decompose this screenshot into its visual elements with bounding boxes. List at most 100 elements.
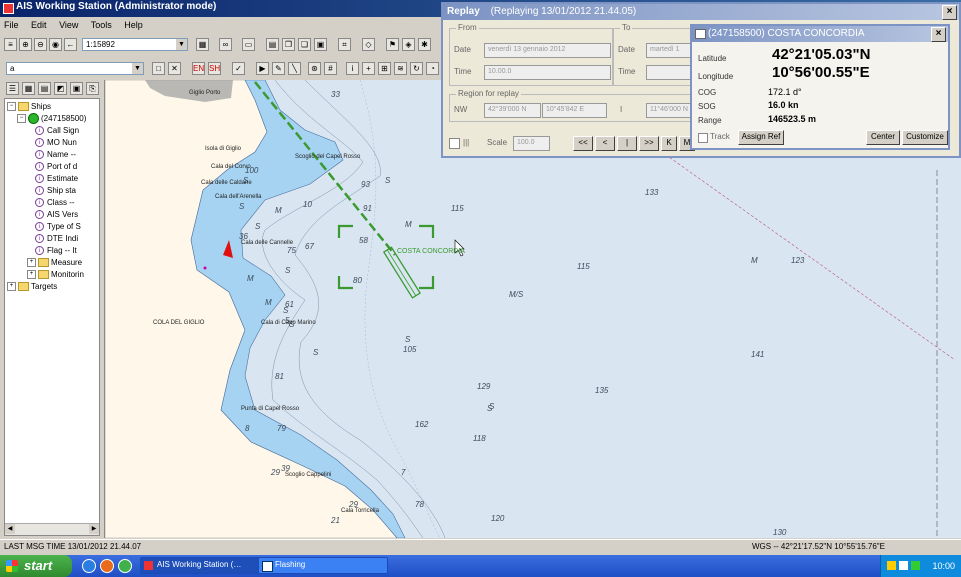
pencil-icon[interactable]: ✎ xyxy=(272,62,285,75)
ie-icon[interactable] xyxy=(82,559,96,573)
settings-icon[interactable]: ✱ xyxy=(418,38,431,51)
menu-view[interactable]: View xyxy=(59,20,78,30)
scroll-right-icon[interactable]: ▶ xyxy=(89,524,99,534)
tile-icon[interactable]: ▣ xyxy=(314,38,327,51)
tree-folder-monitoring[interactable]: + Monitorin xyxy=(27,269,84,280)
zoom-fit-icon[interactable]: ≡ xyxy=(4,38,17,51)
binoculars-icon[interactable]: ∞ xyxy=(219,38,232,51)
refresh-icon[interactable]: ↻ xyxy=(410,62,423,75)
step-back-button[interactable]: < xyxy=(595,136,615,151)
layers-panel-icon[interactable]: ▤ xyxy=(38,82,51,95)
tree-field-item[interactable]: i Port of d xyxy=(35,161,77,172)
media-icon[interactable] xyxy=(118,559,132,573)
globe-icon[interactable]: ◉ xyxy=(49,38,62,51)
layers-icon[interactable]: ≋ xyxy=(394,62,407,75)
tag-icon[interactable]: # xyxy=(324,62,337,75)
tree-vessel[interactable]: − (247158500) xyxy=(17,113,86,125)
zoom-in-icon[interactable]: ⊕ xyxy=(19,38,32,51)
plus-icon[interactable]: + xyxy=(362,62,375,75)
delete-icon[interactable]: ✕ xyxy=(168,62,181,75)
depth-sounding: S xyxy=(313,348,319,357)
assign-ref-button[interactable]: Assign Ref xyxy=(738,130,784,145)
tree-field-item[interactable]: i Type of S xyxy=(35,221,81,232)
scale-field[interactable]: 100.0 xyxy=(513,136,550,151)
tree-field-item[interactable]: i Class -- xyxy=(35,197,75,208)
tree-field-item[interactable]: i Flag -- It xyxy=(35,245,77,256)
check-icon[interactable]: ✓ xyxy=(232,62,245,75)
back-arrow-icon[interactable]: ← xyxy=(64,38,77,51)
start-button[interactable]: start xyxy=(0,555,72,577)
tree-ships[interactable]: − Ships xyxy=(7,101,51,112)
k-button[interactable]: K xyxy=(661,136,677,151)
tree-field-item[interactable]: i DTE Indi xyxy=(35,233,78,244)
paste-icon[interactable]: ❏ xyxy=(298,38,311,51)
loop-checkbox[interactable] xyxy=(449,138,460,149)
customize-button[interactable]: Customize xyxy=(902,130,948,145)
color-icon[interactable]: ◈ xyxy=(402,38,415,51)
info-icon[interactable]: i xyxy=(346,62,359,75)
tree-field-item[interactable]: i MO Nun xyxy=(35,137,77,148)
pointer-icon[interactable]: ▶ xyxy=(256,62,269,75)
scroll-left-icon[interactable]: ◀ xyxy=(5,524,15,534)
system-tray: 10:00 xyxy=(880,555,961,577)
task-flashing[interactable]: Flashing xyxy=(258,557,388,574)
info-field-icon: i xyxy=(35,150,44,160)
sh-icon[interactable]: SH xyxy=(208,62,221,75)
nw-latitude-field[interactable]: 42°39'000 N xyxy=(484,103,541,118)
from-date-select[interactable]: venerdì 13 gennaio 2012 xyxy=(484,43,611,58)
scale-select[interactable]: 1:15892 ▼ xyxy=(82,38,188,51)
center-button[interactable]: Center xyxy=(866,130,900,145)
vessel-panel-close-button[interactable]: × xyxy=(931,27,946,42)
fast-forward-button[interactable]: >> xyxy=(639,136,659,151)
browser-icon[interactable] xyxy=(100,559,114,573)
tree-field-item[interactable]: i Call Sign xyxy=(35,125,79,136)
export-icon[interactable]: ⎘ xyxy=(86,82,99,95)
from-time-field[interactable]: 10.00.0 xyxy=(484,65,611,80)
layer-select[interactable]: a ▼ xyxy=(6,62,144,75)
rewind-button[interactable]: << xyxy=(573,136,593,151)
replay-close-button[interactable]: × xyxy=(942,5,957,20)
horizontal-scrollbar[interactable]: ◀ ▶ xyxy=(5,523,99,535)
window-icon[interactable]: ▭ xyxy=(242,38,255,51)
nw-longitude-field[interactable]: 10°45'842 E xyxy=(542,103,607,118)
zigzag-boundary xyxy=(644,139,956,361)
menu-edit[interactable]: Edit xyxy=(31,20,47,30)
track-checkbox[interactable] xyxy=(698,133,708,143)
zoom-out-icon[interactable]: ⊖ xyxy=(34,38,47,51)
diamond-icon[interactable]: ◇ xyxy=(362,38,375,51)
clock-icon[interactable]: ◔ xyxy=(426,62,439,75)
en-icon[interactable]: EN xyxy=(192,62,205,75)
line-icon[interactable]: ╲ xyxy=(288,62,301,75)
tree-field-item[interactable]: i Estimate xyxy=(35,173,78,184)
tree-field-item[interactable]: i Name -- xyxy=(35,149,76,160)
tray-icon[interactable] xyxy=(899,561,908,570)
ship-icon[interactable]: ⚑ xyxy=(386,38,399,51)
layer-icon[interactable]: ▤ xyxy=(266,38,279,51)
flashing-task-icon xyxy=(262,561,273,572)
grid-icon[interactable]: ▦ xyxy=(196,38,209,51)
menu-file[interactable]: File xyxy=(4,20,19,30)
frame-icon[interactable]: ⊞ xyxy=(378,62,391,75)
tray-icon[interactable] xyxy=(911,561,920,570)
menu-tools[interactable]: Tools xyxy=(91,20,112,30)
depth-sounding: 58 xyxy=(359,236,368,245)
copy-icon[interactable]: ❐ xyxy=(282,38,295,51)
list-icon[interactable]: ☰ xyxy=(6,82,19,95)
pause-button[interactable]: | xyxy=(617,136,637,151)
table-icon[interactable]: ▦ xyxy=(22,82,35,95)
last-msg-time: LAST MSG TIME 13/01/2012 21.44.07 xyxy=(4,542,142,551)
new-icon[interactable]: □ xyxy=(152,62,165,75)
chart-icon[interactable]: ◩ xyxy=(54,82,67,95)
menu-help[interactable]: Help xyxy=(124,20,143,30)
tree-folder-measure[interactable]: + Measure xyxy=(27,257,82,268)
task-ais-working-station[interactable]: AIS Working Station (… xyxy=(140,557,270,574)
document-icon[interactable]: ▣ xyxy=(70,82,83,95)
ruler-icon[interactable]: ⌗ xyxy=(338,38,351,51)
depth-sounding: S xyxy=(283,306,289,315)
tray-icon[interactable] xyxy=(887,561,896,570)
chevron-down-icon: ▼ xyxy=(132,63,143,74)
tree-field-item[interactable]: i AIS Vers xyxy=(35,209,78,220)
compass-icon[interactable]: ⊛ xyxy=(308,62,321,75)
tree-field-item[interactable]: i Ship sta xyxy=(35,185,76,196)
tree-targets[interactable]: + Targets xyxy=(7,281,57,292)
